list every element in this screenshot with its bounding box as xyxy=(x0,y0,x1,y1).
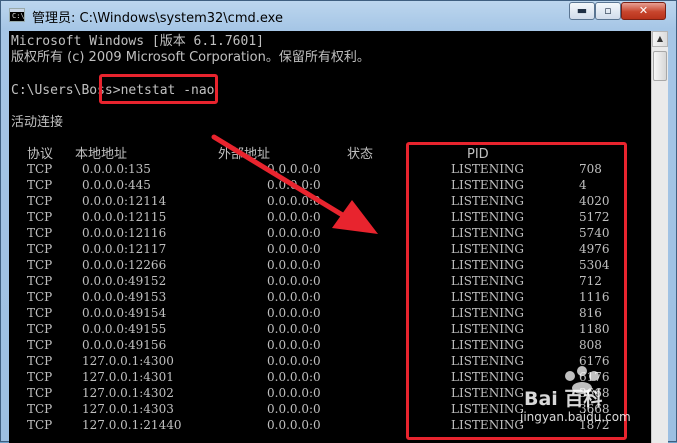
watermark-brand: Bai 百科 xyxy=(524,388,603,410)
watermark-url: jingyan.baidu.com xyxy=(520,410,631,424)
baidu-watermark: Bai 百科 jingyan.baidu.com xyxy=(520,366,670,438)
